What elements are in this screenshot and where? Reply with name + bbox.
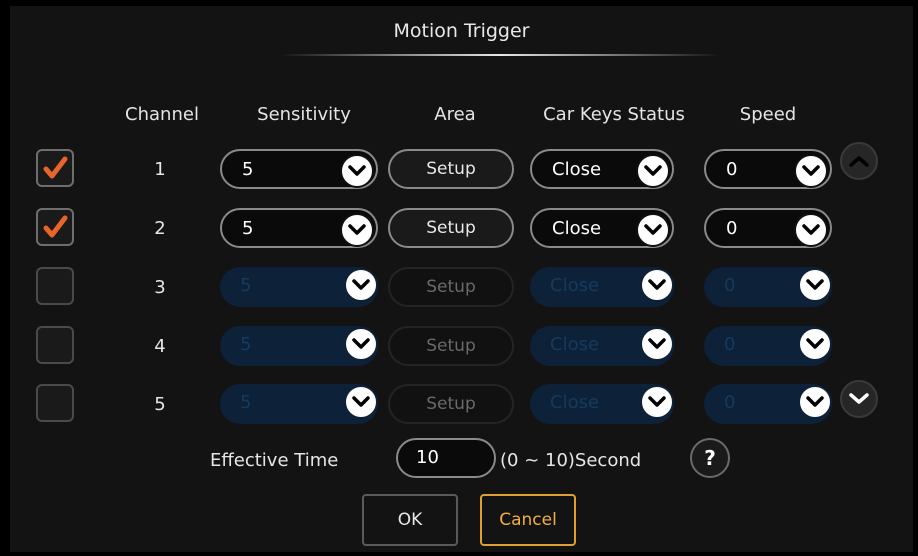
- area-setup-button[interactable]: Setup: [388, 384, 514, 424]
- chevron-down-icon: [849, 393, 869, 404]
- effective-time-input[interactable]: 10: [396, 438, 496, 478]
- sensitivity-value: 5: [240, 275, 252, 296]
- check-icon: [43, 215, 68, 238]
- channel-number: 5: [154, 394, 166, 415]
- chevron-up-icon: [849, 156, 869, 167]
- channel-checkbox[interactable]: [36, 384, 74, 422]
- area-setup-button[interactable]: Setup: [388, 267, 514, 307]
- channel-checkbox[interactable]: [36, 149, 74, 187]
- sensitivity-value: 5: [242, 218, 254, 239]
- chevron-down-icon[interactable]: [798, 327, 832, 361]
- chevron-down-icon[interactable]: [640, 385, 674, 419]
- channel-checkbox[interactable]: [36, 208, 74, 246]
- dialog-title: Motion Trigger: [393, 20, 530, 42]
- car-keys-status-dropdown[interactable]: Close: [530, 267, 674, 307]
- chevron-down-icon[interactable]: [640, 327, 674, 361]
- motion-trigger-dialog: Motion Trigger Channel Sensitivity Area …: [10, 6, 913, 552]
- speed-dropdown[interactable]: 0: [704, 384, 832, 424]
- chevron-down-icon[interactable]: [798, 268, 832, 302]
- car-keys-status-dropdown[interactable]: Close: [530, 326, 674, 366]
- help-button[interactable]: ?: [690, 438, 730, 478]
- title-divider: [280, 54, 720, 56]
- chevron-down-icon[interactable]: [794, 213, 828, 247]
- column-header-channel: Channel: [125, 104, 199, 125]
- speed-dropdown[interactable]: 0: [704, 326, 832, 366]
- area-setup-button[interactable]: Setup: [388, 208, 514, 248]
- car-keys-status-value: Close: [552, 159, 602, 180]
- sensitivity-value: 5: [242, 159, 254, 180]
- channel-checkbox[interactable]: [36, 267, 74, 305]
- chevron-down-icon[interactable]: [636, 213, 670, 247]
- chevron-down-icon[interactable]: [344, 327, 378, 361]
- speed-dropdown[interactable]: 0: [704, 208, 832, 248]
- chevron-down-icon[interactable]: [798, 385, 832, 419]
- chevron-down-icon[interactable]: [344, 385, 378, 419]
- area-setup-button[interactable]: Setup: [388, 149, 514, 189]
- effective-time-range: (0 ~ 10)Second: [500, 450, 642, 471]
- speed-dropdown[interactable]: 0: [704, 149, 832, 189]
- car-keys-status-value: Close: [550, 392, 600, 413]
- speed-value: 0: [724, 334, 736, 355]
- column-header-car-keys-status: Car Keys Status: [543, 104, 685, 125]
- car-keys-status-value: Close: [550, 334, 600, 355]
- chevron-down-icon[interactable]: [340, 154, 374, 188]
- speed-dropdown[interactable]: 0: [704, 267, 832, 307]
- speed-value: 0: [724, 392, 736, 413]
- car-keys-status-value: Close: [550, 275, 600, 296]
- car-keys-status-dropdown[interactable]: Close: [530, 384, 674, 424]
- scroll-up-button[interactable]: [840, 142, 878, 180]
- effective-time-label: Effective Time: [210, 450, 339, 471]
- channel-number: 3: [154, 277, 166, 298]
- sensitivity-dropdown[interactable]: 5: [220, 384, 378, 424]
- speed-value: 0: [726, 159, 738, 180]
- sensitivity-dropdown[interactable]: 5: [220, 326, 378, 366]
- chevron-down-icon[interactable]: [340, 213, 374, 247]
- chevron-down-icon[interactable]: [794, 154, 828, 188]
- sensitivity-dropdown[interactable]: 5: [220, 149, 378, 189]
- channel-number: 4: [154, 336, 166, 357]
- column-header-sensitivity: Sensitivity: [257, 104, 351, 125]
- cancel-button[interactable]: Cancel: [480, 494, 576, 546]
- chevron-down-icon[interactable]: [640, 268, 674, 302]
- car-keys-status-dropdown[interactable]: Close: [530, 208, 674, 248]
- column-header-speed: Speed: [739, 104, 797, 125]
- car-keys-status-dropdown[interactable]: Close: [530, 149, 674, 189]
- area-setup-button[interactable]: Setup: [388, 326, 514, 366]
- channel-number: 2: [154, 218, 166, 239]
- sensitivity-dropdown[interactable]: 5: [220, 267, 378, 307]
- scroll-down-button[interactable]: [840, 380, 878, 418]
- car-keys-status-value: Close: [552, 218, 602, 239]
- sensitivity-value: 5: [240, 334, 252, 355]
- channel-number: 1: [154, 159, 166, 180]
- ok-button[interactable]: OK: [362, 494, 458, 546]
- chevron-down-icon[interactable]: [344, 268, 378, 302]
- column-header-area: Area: [434, 104, 476, 125]
- sensitivity-value: 5: [240, 392, 252, 413]
- speed-value: 0: [724, 275, 736, 296]
- chevron-down-icon[interactable]: [636, 154, 670, 188]
- speed-value: 0: [726, 218, 738, 239]
- check-icon: [43, 156, 68, 179]
- sensitivity-dropdown[interactable]: 5: [220, 208, 378, 248]
- channel-checkbox[interactable]: [36, 326, 74, 364]
